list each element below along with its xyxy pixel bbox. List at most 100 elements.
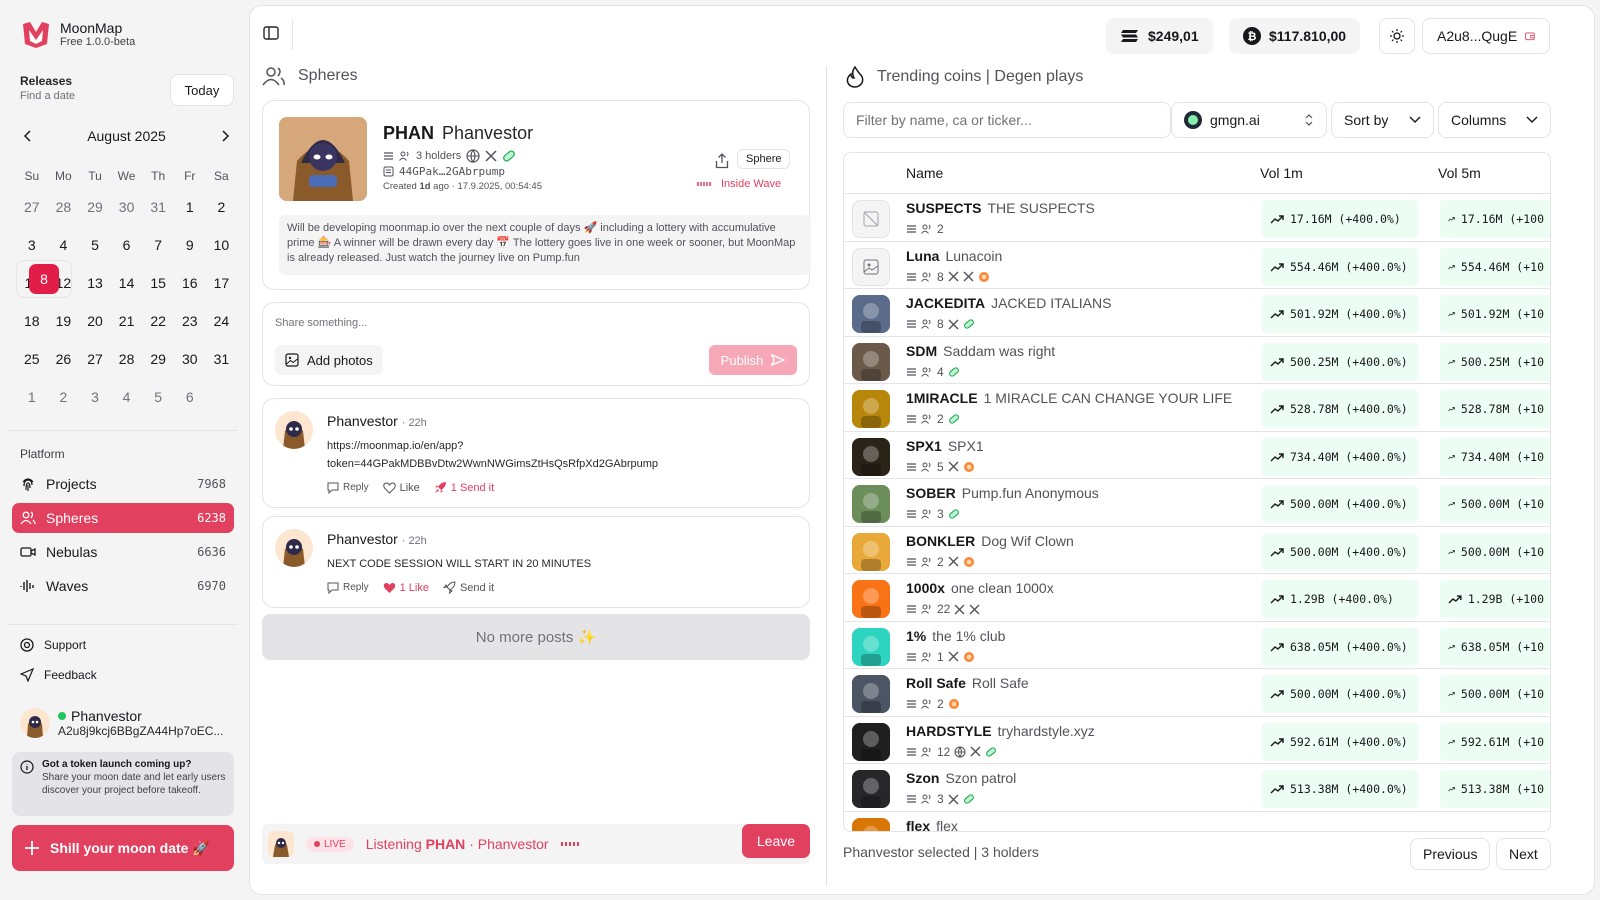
calendar-day[interactable]: 1 <box>174 188 206 226</box>
x-twitter-icon[interactable] <box>948 319 959 330</box>
calendar-day[interactable]: 13 <box>79 264 111 302</box>
sort-by-button[interactable]: Sort by <box>1331 102 1434 138</box>
pump-icon[interactable] <box>978 271 990 283</box>
x-twitter-icon[interactable] <box>970 746 981 757</box>
calendar-day[interactable]: 6 <box>111 226 143 264</box>
column-header-vol-1m[interactable]: Vol 1m <box>1260 153 1303 193</box>
pump-icon[interactable] <box>948 698 960 710</box>
pump-icon[interactable] <box>963 556 975 568</box>
filter-input[interactable]: Filter by name, ca or ticker... <box>843 102 1171 138</box>
pill-icon[interactable] <box>985 746 997 758</box>
column-divider[interactable] <box>826 66 827 886</box>
pill-icon[interactable] <box>948 508 960 520</box>
calendar-day[interactable]: 27 <box>79 340 111 378</box>
calendar-day[interactable]: 28 <box>48 188 80 226</box>
calendar-day[interactable]: 5 <box>79 226 111 264</box>
sidebar-toggle-icon[interactable] <box>262 24 280 42</box>
calendar-day[interactable]: 31 <box>142 188 174 226</box>
x-twitter-icon[interactable] <box>948 556 959 567</box>
table-row[interactable]: SDM Saddam was right 4 500.25M (+400.0%) 500… <box>844 335 1550 384</box>
calendar-day[interactable]: 21 <box>111 302 143 340</box>
calendar-day[interactable]: 3 <box>79 378 111 416</box>
post-body-line[interactable]: token=44GPakMDBBvDtw2WwnNWGimsZtHsQsRfpX… <box>327 455 658 473</box>
calendar-day[interactable]: 2 <box>48 378 80 416</box>
calendar-day[interactable]: 9 <box>174 226 206 264</box>
table-row[interactable]: 1% the 1% club 1 638.05M (+400.0%) 638.05M (… <box>844 620 1550 669</box>
calendar-day[interactable]: 27 <box>16 188 48 226</box>
chevron-right-icon[interactable] <box>217 128 233 144</box>
column-header-name[interactable]: Name <box>906 153 943 193</box>
project-ca[interactable]: 44GPak…2GAbrpump <box>383 165 505 178</box>
chevron-left-icon[interactable] <box>20 128 36 144</box>
reply-button[interactable]: Reply <box>327 582 369 594</box>
calendar-day[interactable]: 1 <box>16 378 48 416</box>
sidebar-item-projects[interactable]: Projects 7968 <box>12 469 234 499</box>
composer-input[interactable]: Share something... <box>275 317 367 329</box>
pill-icon[interactable] <box>502 149 516 163</box>
calendar-day[interactable]: 10 <box>206 226 238 264</box>
x-twitter-icon[interactable] <box>963 271 974 282</box>
post-author[interactable]: Phanvestor · 22h <box>327 531 427 547</box>
calendar-day[interactable]: 26 <box>48 340 80 378</box>
like-button[interactable]: 1 Like <box>383 582 429 594</box>
calendar-day[interactable]: 18 <box>16 302 48 340</box>
pill-icon[interactable] <box>948 413 960 425</box>
calendar-day-selected[interactable]: 8 <box>16 260 72 298</box>
calendar-day[interactable]: 2 <box>206 188 238 226</box>
x-twitter-icon[interactable] <box>954 604 965 615</box>
post-body-line[interactable]: https://moonmap.io/en/app? <box>327 437 658 455</box>
calendar-day[interactable]: 29 <box>79 188 111 226</box>
share-icon[interactable] <box>715 153 729 169</box>
sol-balance[interactable]: $249,01 <box>1106 18 1213 54</box>
x-twitter-icon[interactable] <box>948 271 959 282</box>
pill-icon[interactable] <box>963 318 975 330</box>
pill-icon[interactable] <box>948 366 960 378</box>
add-photos-button[interactable]: Add photos <box>275 345 383 375</box>
table-row[interactable]: HARDSTYLE tryhardstyle.xyz 12 592.61M (+400… <box>844 715 1550 764</box>
post-author[interactable]: Phanvestor · 22h <box>327 413 427 429</box>
table-row[interactable]: Szon Szon patrol 3 513.38M (+400.0%) 513.38M… <box>844 763 1550 811</box>
calendar-day[interactable]: 19 <box>48 302 80 340</box>
table-row[interactable]: 1000x one clean 1000x 22 1.29B (+400.0%) 1.2… <box>844 573 1550 621</box>
calendar-day[interactable]: 23 <box>174 302 206 340</box>
shill-moon-date-button[interactable]: Shill your moon date 🚀 <box>12 825 234 871</box>
next-button[interactable]: Next <box>1496 838 1551 870</box>
x-twitter-icon[interactable] <box>948 651 959 662</box>
x-twitter-icon[interactable] <box>485 150 497 162</box>
table-row[interactable]: Luna Lunacoin 8 554.46M (+400.0%) 554.46M (+… <box>844 240 1550 289</box>
calendar-day[interactable]: 5 <box>142 378 174 416</box>
leave-button[interactable]: Leave <box>742 824 810 858</box>
sidebar-item-nebulas[interactable]: Nebulas 6636 <box>12 537 234 567</box>
table-row[interactable]: BONKLER Dog Wif Clown 2 500.00M (+400.0%) 50… <box>844 525 1550 574</box>
calendar-day[interactable]: 30 <box>111 188 143 226</box>
avatar[interactable] <box>275 529 313 567</box>
table-row[interactable]: SUSPECTS THE SUSPECTS 2 17.16M (+400.0%) 17.… <box>844 193 1550 241</box>
user-profile[interactable]: Phanvestor A2u8j9kcj6BBgZA44Hp7oEC... <box>20 708 223 738</box>
calendar-day[interactable]: 14 <box>111 264 143 302</box>
send-it-button[interactable]: 1 Send it <box>434 481 494 494</box>
calendar-day[interactable]: 30 <box>174 340 206 378</box>
previous-button[interactable]: Previous <box>1410 838 1491 870</box>
globe-icon[interactable] <box>466 149 480 163</box>
avatar[interactable] <box>275 411 313 449</box>
table-row[interactable]: JACKEDITA JACKED ITALIANS 8 501.92M (+400.0… <box>844 288 1550 336</box>
sidebar-item-waves[interactable]: Waves 6970 <box>12 571 234 601</box>
pump-icon[interactable] <box>963 461 975 473</box>
calendar-day[interactable]: 7 <box>142 226 174 264</box>
calendar-day[interactable]: 17 <box>206 264 238 302</box>
calendar-day[interactable]: 20 <box>79 302 111 340</box>
pill-icon[interactable] <box>963 793 975 805</box>
sidebar-item-spheres[interactable]: Spheres 6238 <box>12 503 234 533</box>
globe-icon[interactable] <box>954 746 966 758</box>
support-link[interactable]: Support <box>20 638 86 652</box>
column-header-vol-5m[interactable]: Vol 5m <box>1438 153 1481 193</box>
table-row[interactable]: SOBER Pump.fun Anonymous 3 500.00M (+400.0%… <box>844 478 1550 526</box>
calendar-day[interactable]: 3 <box>16 226 48 264</box>
today-button[interactable]: Today <box>170 74 234 106</box>
calendar-day[interactable]: 24 <box>206 302 238 340</box>
x-twitter-icon[interactable] <box>948 461 959 472</box>
brand[interactable]: MoonMap Free 1.0.0-beta <box>20 18 135 50</box>
sphere-button[interactable]: Sphere <box>737 149 791 169</box>
inside-wave-link[interactable]: Inside Wave <box>697 178 781 190</box>
like-button[interactable]: Like <box>382 482 420 494</box>
